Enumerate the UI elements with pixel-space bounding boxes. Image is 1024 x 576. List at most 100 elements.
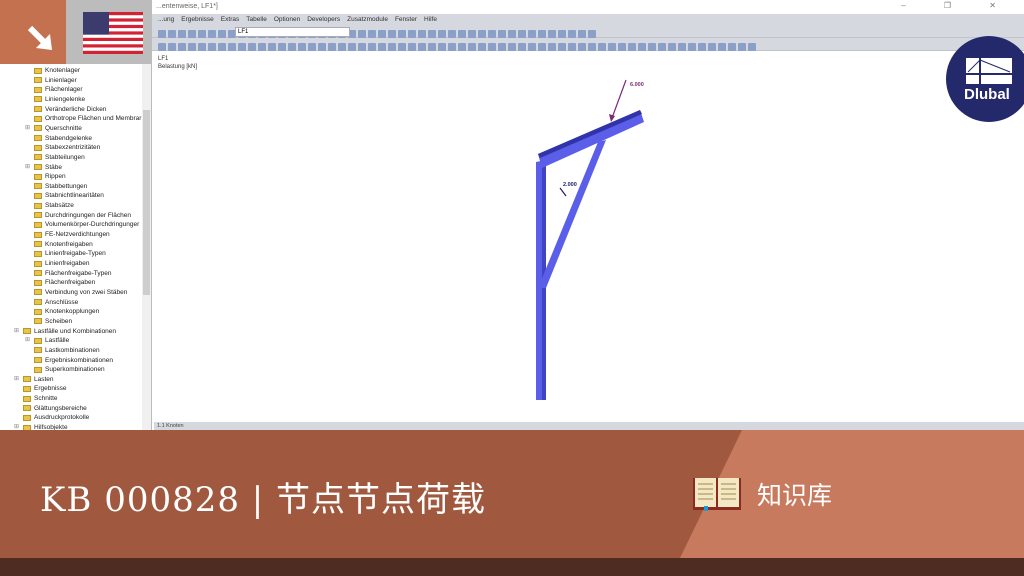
toolbar-button-icon[interactable]: [498, 43, 506, 51]
tree-item[interactable]: Linienfreigabe-Typen: [34, 249, 106, 258]
toolbar-button-icon[interactable]: [608, 43, 616, 51]
tree-item[interactable]: Glättungsbereiche: [23, 404, 87, 413]
toolbar-button-icon[interactable]: [178, 43, 186, 51]
toolbar-button-icon[interactable]: [478, 30, 486, 38]
toolbar-button-icon[interactable]: [678, 43, 686, 51]
toolbar-button-icon[interactable]: [498, 30, 506, 38]
toolbar-button-icon[interactable]: [528, 43, 536, 51]
toolbar-button-icon[interactable]: [538, 30, 546, 38]
toolbar-button-icon[interactable]: [618, 43, 626, 51]
toolbar-button-icon[interactable]: [548, 30, 556, 38]
tree-item[interactable]: ⊞ Stäbe: [25, 163, 62, 172]
toolbar-button-icon[interactable]: [398, 30, 406, 38]
toolbar-button-icon[interactable]: [748, 43, 756, 51]
tree-item[interactable]: Knotenkopplungen: [34, 307, 99, 316]
tree-item[interactable]: Liniengelenke: [34, 95, 85, 104]
toolbar-button-icon[interactable]: [338, 43, 346, 51]
tree-item[interactable]: ⊞ Lasten: [14, 375, 54, 384]
tree-item[interactable]: Orthotrope Flächen und Membrar: [34, 114, 141, 123]
table-panel-tab[interactable]: 1.1 Knoten: [154, 422, 1024, 430]
tree-item[interactable]: ⊞ Lastfälle: [25, 336, 69, 345]
menu-item[interactable]: Hilfe: [424, 16, 437, 23]
toolbar-button-icon[interactable]: [158, 43, 166, 51]
menu-item[interactable]: Tabelle: [246, 16, 267, 23]
toolbar-button-icon[interactable]: [208, 43, 216, 51]
toolbar-button-icon[interactable]: [428, 43, 436, 51]
toolbar-button-icon[interactable]: [378, 43, 386, 51]
toolbar-button-icon[interactable]: [378, 30, 386, 38]
expand-icon[interactable]: ⊞: [25, 163, 30, 172]
toolbar-button-icon[interactable]: [518, 43, 526, 51]
toolbar-button-icon[interactable]: [328, 43, 336, 51]
tree-item[interactable]: Rippen: [34, 172, 66, 181]
load-case-select[interactable]: LF1: [235, 27, 350, 37]
toolbar-button-icon[interactable]: [178, 30, 186, 38]
toolbar-button-icon[interactable]: [588, 43, 596, 51]
toolbar-button-icon[interactable]: [728, 43, 736, 51]
toolbar-button-icon[interactable]: [288, 43, 296, 51]
toolbar-button-icon[interactable]: [218, 43, 226, 51]
toolbar-button-icon[interactable]: [258, 43, 266, 51]
tree-item[interactable]: FE-Netzverdichtungen: [34, 230, 110, 239]
tree-item[interactable]: Lastkombinationen: [34, 346, 100, 355]
tree-item[interactable]: Ausdruckprotokolle: [23, 413, 89, 422]
toolbar-button-icon[interactable]: [518, 30, 526, 38]
tree-item[interactable]: Stabnichtlinearitäten: [34, 191, 104, 200]
toolbar-button-icon[interactable]: [468, 30, 476, 38]
toolbar-button-icon[interactable]: [218, 30, 226, 38]
toolbar-button-icon[interactable]: [418, 30, 426, 38]
tree-item[interactable]: Ergebnisse: [23, 384, 67, 393]
tree-item[interactable]: Anschlüsse: [34, 298, 78, 307]
toolbar-button-icon[interactable]: [388, 30, 396, 38]
tree-item[interactable]: Veränderliche Dicken: [34, 105, 106, 114]
toolbar-button-icon[interactable]: [458, 43, 466, 51]
toolbar-button-icon[interactable]: [278, 43, 286, 51]
toolbar-button-icon[interactable]: [488, 30, 496, 38]
toolbar-button-icon[interactable]: [368, 43, 376, 51]
toolbar-button-icon[interactable]: [388, 43, 396, 51]
toolbar-button-icon[interactable]: [718, 43, 726, 51]
model-viewport[interactable]: LF1 Belastung [kN] 6.000 2.000: [154, 52, 1024, 422]
tree-item[interactable]: Flächenlager: [34, 85, 83, 94]
toolbar-button-icon[interactable]: [198, 43, 206, 51]
tree-item[interactable]: Knotenlager: [34, 66, 80, 75]
expand-icon[interactable]: ⊞: [14, 375, 19, 384]
tree-item[interactable]: ⊞ Lastfälle und Kombinationen: [14, 327, 116, 336]
tree-item[interactable]: Stabexzentrizitäten: [34, 143, 100, 152]
toolbar-button-icon[interactable]: [398, 43, 406, 51]
toolbar-button-icon[interactable]: [428, 30, 436, 38]
toolbar-button-icon[interactable]: [478, 43, 486, 51]
toolbar-button-icon[interactable]: [308, 43, 316, 51]
toolbar-button-icon[interactable]: [158, 30, 166, 38]
toolbar-button-icon[interactable]: [448, 43, 456, 51]
tree-item[interactable]: Stabbettungen: [34, 182, 87, 191]
toolbar-button-icon[interactable]: [548, 43, 556, 51]
toolbar-button-icon[interactable]: [438, 30, 446, 38]
language-flag[interactable]: [66, 0, 152, 64]
toolbar-button-icon[interactable]: [198, 30, 206, 38]
toolbar-button-icon[interactable]: [578, 43, 586, 51]
toolbar-button-icon[interactable]: [578, 30, 586, 38]
toolbar-button-icon[interactable]: [558, 43, 566, 51]
toolbar-button-icon[interactable]: [418, 43, 426, 51]
toolbar-button-icon[interactable]: [358, 30, 366, 38]
toolbar-button-icon[interactable]: [208, 30, 216, 38]
tree-item[interactable]: Linienfreigaben: [34, 259, 89, 268]
tree-item[interactable]: Linienlager: [34, 76, 77, 85]
menu-item[interactable]: Ergebnisse: [181, 16, 214, 23]
tree-item[interactable]: Volumenkörper-Durchdringunger: [34, 220, 139, 229]
toolbar-button-icon[interactable]: [348, 43, 356, 51]
tree-item[interactable]: Durchdringungen der Flächen: [34, 211, 131, 220]
toolbar-button-icon[interactable]: [538, 43, 546, 51]
toolbar-button-icon[interactable]: [438, 43, 446, 51]
toolbar-button-icon[interactable]: [408, 30, 416, 38]
scrollbar-thumb[interactable]: [143, 110, 150, 295]
menu-item[interactable]: Zusatzmodule: [347, 16, 388, 23]
toolbar-button-icon[interactable]: [508, 43, 516, 51]
toolbar-button-icon[interactable]: [528, 30, 536, 38]
toolbar-button-icon[interactable]: [318, 43, 326, 51]
toolbar-button-icon[interactable]: [508, 30, 516, 38]
toolbar-button-icon[interactable]: [168, 30, 176, 38]
toolbar-button-icon[interactable]: [188, 43, 196, 51]
expand-icon[interactable]: ⊞: [14, 327, 19, 336]
